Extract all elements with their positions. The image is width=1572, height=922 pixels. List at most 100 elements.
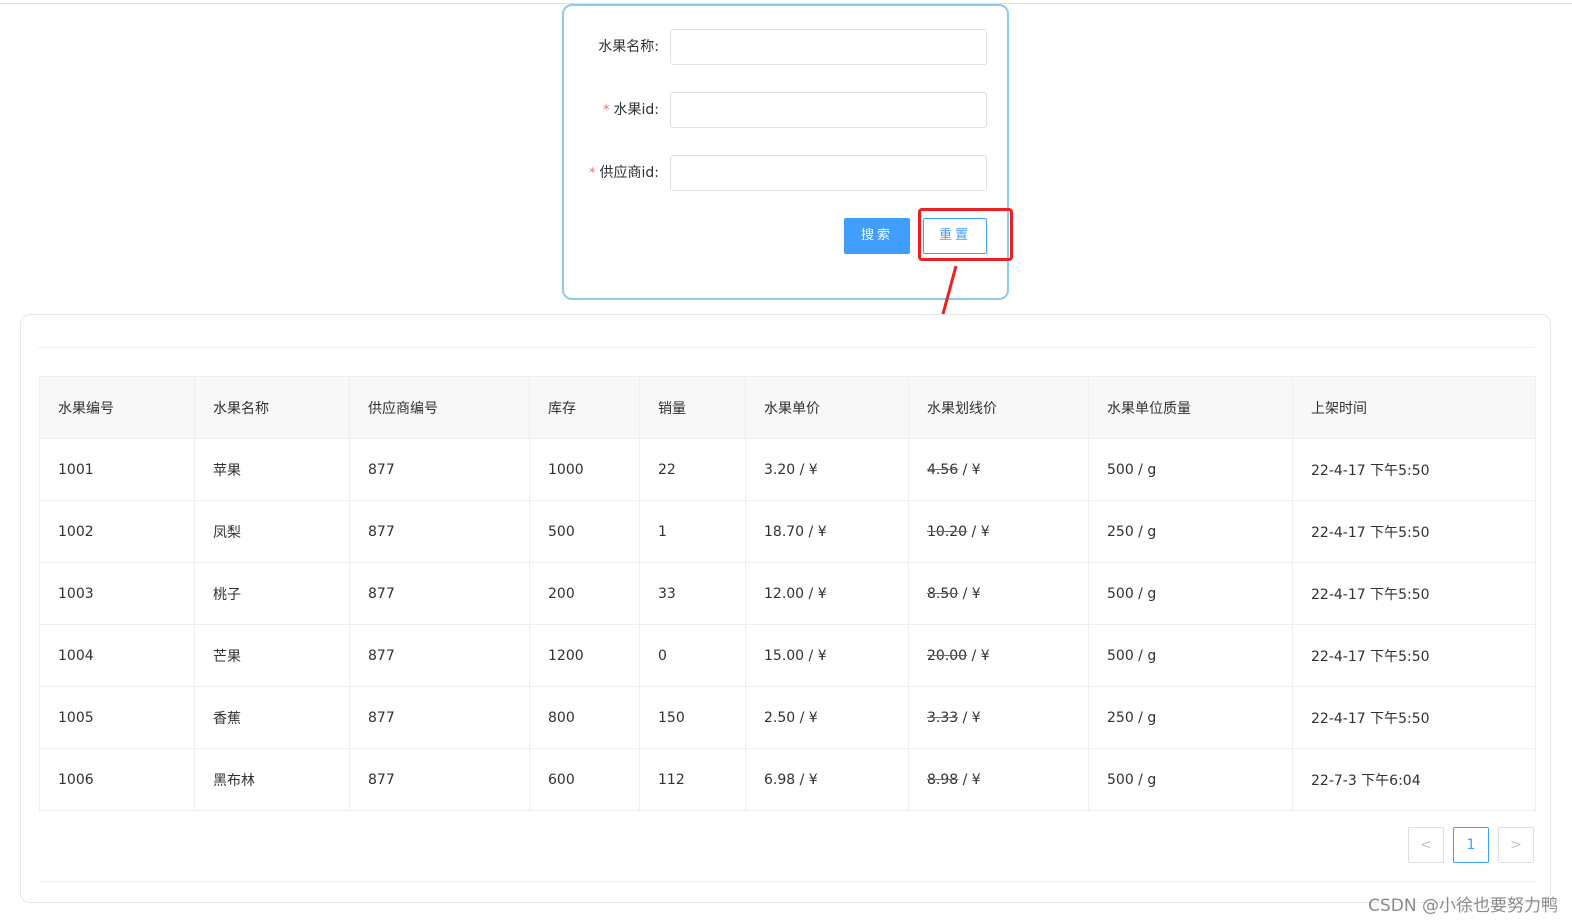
cell-stock: 1200	[529, 624, 640, 687]
cell-weight: 500 / g	[1088, 748, 1293, 811]
table-row: 1001 苹果 877 1000 22 3.20 / ¥ 4.56 / ¥ 50…	[39, 438, 1536, 501]
supplier-id-input[interactable]	[670, 155, 987, 191]
price-value: 15.00	[764, 647, 805, 664]
cell-price: 3.20 / ¥	[745, 438, 909, 501]
strikethrough-price: 4.56	[927, 461, 959, 478]
cell-price: 2.50 / ¥	[745, 686, 909, 749]
price-unit: / ¥	[795, 771, 818, 788]
cell-price: 18.70 / ¥	[745, 500, 909, 563]
watermark: CSDN @小徐也要努力鸭	[1368, 896, 1558, 916]
supplier-id-label: * 供应商id:	[589, 155, 659, 191]
cell-weight: 500 / g	[1088, 438, 1293, 501]
cell-supplier: 877	[349, 686, 530, 749]
price-unit: / ¥	[804, 523, 827, 540]
price-value: 12.00	[764, 585, 805, 602]
column-header: 水果编号	[39, 376, 195, 439]
table-row: 1004 芒果 877 1200 0 15.00 / ¥ 20.00 / ¥ 5…	[39, 624, 1536, 687]
cell-orig-price: 8.98 / ¥	[908, 748, 1089, 811]
cell-name: 桃子	[194, 562, 350, 625]
price-unit: / ¥	[958, 461, 981, 478]
price-unit: / ¥	[795, 461, 818, 478]
column-header: 供应商编号	[349, 376, 530, 439]
cell-orig-price: 20.00 / ¥	[908, 624, 1089, 687]
cell-sales: 33	[639, 562, 746, 625]
price-unit: / ¥	[958, 585, 981, 602]
chevron-left-icon: <	[1420, 837, 1432, 853]
table-row: 1005 香蕉 877 800 150 2.50 / ¥ 3.33 / ¥ 25…	[39, 686, 1536, 749]
column-header: 库存	[529, 376, 640, 439]
form-row-fruit-name: 水果名称:	[564, 29, 1007, 65]
pagination-page-button[interactable]: 1	[1453, 827, 1489, 863]
price-unit: / ¥	[958, 771, 981, 788]
annotation-highlight-box	[918, 208, 1013, 261]
cell-price: 15.00 / ¥	[745, 624, 909, 687]
cell-supplier: 877	[349, 438, 530, 501]
cell-listed: 22-4-17 下午5:50	[1292, 562, 1536, 625]
cell-id: 1002	[39, 500, 195, 563]
pagination-next-button[interactable]: >	[1498, 827, 1534, 863]
required-mark: *	[603, 103, 610, 118]
fruit-table: 水果编号 水果名称 供应商编号 库存 销量 水果单价 水果划线价 水果单位质量 …	[39, 376, 1536, 811]
column-header: 上架时间	[1292, 376, 1536, 439]
cell-price: 12.00 / ¥	[745, 562, 909, 625]
results-card: 水果编号 水果名称 供应商编号 库存 销量 水果单价 水果划线价 水果单位质量 …	[20, 314, 1551, 903]
cell-name: 香蕉	[194, 686, 350, 749]
form-row-fruit-id: * 水果id:	[564, 92, 1007, 128]
cell-stock: 500	[529, 500, 640, 563]
price-value: 2.50	[764, 709, 796, 726]
cell-sales: 22	[639, 438, 746, 501]
column-header: 销量	[639, 376, 746, 439]
strikethrough-price: 8.50	[927, 585, 959, 602]
cell-orig-price: 8.50 / ¥	[908, 562, 1089, 625]
price-value: 6.98	[764, 771, 796, 788]
search-button[interactable]: 搜索	[844, 218, 910, 254]
cell-sales: 1	[639, 500, 746, 563]
strikethrough-price: 20.00	[927, 647, 968, 664]
cell-name: 苹果	[194, 438, 350, 501]
price-unit: / ¥	[967, 523, 990, 540]
chevron-right-icon: >	[1510, 837, 1522, 853]
strikethrough-price: 8.98	[927, 771, 959, 788]
cell-listed: 22-4-17 下午5:50	[1292, 624, 1536, 687]
fruit-id-label-text: 水果id:	[613, 102, 660, 118]
cell-stock: 600	[529, 748, 640, 811]
cell-sales: 0	[639, 624, 746, 687]
fruit-name-input[interactable]	[670, 29, 987, 65]
cell-supplier: 877	[349, 748, 530, 811]
cell-listed: 22-4-17 下午5:50	[1292, 500, 1536, 563]
column-header: 水果单价	[745, 376, 909, 439]
cell-listed: 22-4-17 下午5:50	[1292, 686, 1536, 749]
cell-name: 黑布林	[194, 748, 350, 811]
cell-id: 1006	[39, 748, 195, 811]
cell-weight: 250 / g	[1088, 686, 1293, 749]
price-value: 18.70	[764, 523, 805, 540]
table-row: 1002 凤梨 877 500 1 18.70 / ¥ 10.20 / ¥ 25…	[39, 500, 1536, 563]
price-unit: / ¥	[804, 585, 827, 602]
column-header: 水果名称	[194, 376, 350, 439]
fruit-id-label: * 水果id:	[603, 92, 659, 128]
cell-supplier: 877	[349, 562, 530, 625]
cell-id: 1004	[39, 624, 195, 687]
cell-orig-price: 3.33 / ¥	[908, 686, 1089, 749]
column-header: 水果单位质量	[1088, 376, 1293, 439]
cell-id: 1003	[39, 562, 195, 625]
cell-id: 1005	[39, 686, 195, 749]
pagination-prev-button[interactable]: <	[1408, 827, 1444, 863]
cell-price: 6.98 / ¥	[745, 748, 909, 811]
strikethrough-price: 3.33	[927, 709, 959, 726]
cell-id: 1001	[39, 438, 195, 501]
cell-sales: 112	[639, 748, 746, 811]
cell-weight: 500 / g	[1088, 562, 1293, 625]
required-mark: *	[589, 166, 596, 181]
strikethrough-price: 10.20	[927, 523, 968, 540]
cell-supplier: 877	[349, 624, 530, 687]
cell-weight: 500 / g	[1088, 624, 1293, 687]
cell-stock: 800	[529, 686, 640, 749]
table-row: 1003 桃子 877 200 33 12.00 / ¥ 8.50 / ¥ 50…	[39, 562, 1536, 625]
cell-weight: 250 / g	[1088, 500, 1293, 563]
form-row-supplier-id: * 供应商id:	[564, 155, 1007, 191]
supplier-id-label-text: 供应商id:	[599, 165, 660, 181]
fruit-id-input[interactable]	[670, 92, 987, 128]
price-unit: / ¥	[795, 709, 818, 726]
price-unit: / ¥	[958, 709, 981, 726]
